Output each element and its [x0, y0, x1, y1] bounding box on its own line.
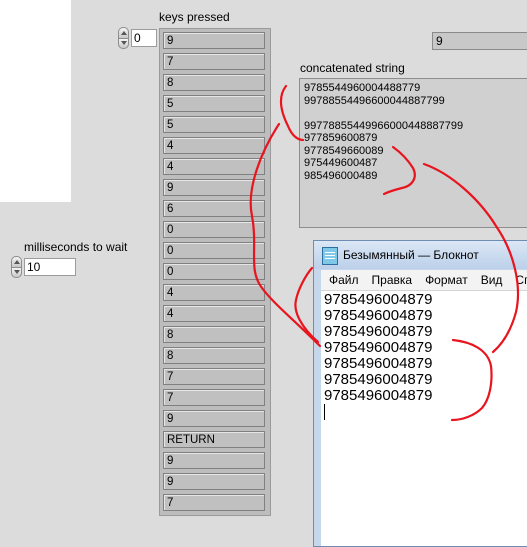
- menu-view[interactable]: Вид: [481, 273, 503, 287]
- notepad-line: 9785496004879: [324, 323, 433, 340]
- keys-pressed-element[interactable]: 4: [163, 305, 265, 322]
- keys-pressed-element[interactable]: 8: [163, 74, 265, 91]
- concat-line: 9778549660089: [304, 144, 384, 157]
- notepad-line: 9785496004879: [324, 371, 433, 388]
- keys-pressed-element[interactable]: 5: [163, 116, 265, 133]
- text-caret: [324, 404, 325, 420]
- menu-file[interactable]: Файл: [329, 273, 359, 287]
- keys-pressed-element[interactable]: 4: [163, 158, 265, 175]
- keys-pressed-element[interactable]: 9: [163, 473, 265, 490]
- notepad-line: 9785496004879: [324, 307, 433, 324]
- keys-pressed-element[interactable]: 4: [163, 137, 265, 154]
- spinner[interactable]: [118, 27, 129, 49]
- notepad-text-area[interactable]: 9785496004879 9785496004879 978549600487…: [321, 291, 527, 546]
- concat-line: 985496000489: [304, 169, 378, 182]
- concat-line: 99788554496600044887799: [304, 94, 445, 107]
- notepad-window[interactable]: Безымянный — Блокнот Файл Правка Формат …: [313, 240, 527, 547]
- keys-pressed-element[interactable]: 7: [163, 368, 265, 385]
- concat-line: 9785544960004488779: [304, 82, 421, 94]
- keys-pressed-element[interactable]: 9: [163, 452, 265, 469]
- keys-pressed-element[interactable]: 6: [163, 200, 265, 217]
- keys-pressed-element[interactable]: 7: [163, 389, 265, 406]
- keys-pressed-element[interactable]: 0: [163, 263, 265, 280]
- decrement-arrow-icon[interactable]: [11, 266, 22, 278]
- keys-pressed-element[interactable]: 8: [163, 326, 265, 343]
- top-numeric-field[interactable]: 0: [131, 29, 157, 47]
- notepad-icon: [322, 247, 338, 265]
- keys-pressed-element[interactable]: 5: [163, 95, 265, 112]
- ms-to-wait-field[interactable]: 10: [24, 258, 76, 276]
- increment-arrow-icon[interactable]: [11, 256, 22, 267]
- keys-pressed-element[interactable]: 8: [163, 347, 265, 364]
- concat-line: [304, 107, 526, 120]
- keys-pressed-array: 9 7 8 5 5 4 4 9 6 0 0 0 4 4 8 8 7 7 9 RETURN 9 9 7: [159, 28, 271, 516]
- menu-format[interactable]: Формат: [425, 273, 468, 287]
- concatenated-string-label: concatenated string: [300, 61, 405, 75]
- concat-line: 975449600487: [304, 157, 378, 169]
- ms-to-wait-control[interactable]: 10: [11, 256, 76, 278]
- notepad-line: 9785496004879: [324, 355, 433, 372]
- menu-help[interactable]: Сп: [515, 273, 527, 287]
- ms-to-wait-label: milliseconds to wait: [24, 240, 128, 254]
- increment-arrow-icon[interactable]: [118, 27, 129, 38]
- top-numeric-control[interactable]: 0: [118, 27, 157, 49]
- notepad-line: 9785496004879: [324, 387, 433, 404]
- notepad-title: Безымянный — Блокнот: [343, 248, 479, 262]
- menu-edit[interactable]: Правка: [372, 273, 413, 287]
- keys-pressed-element[interactable]: 7: [163, 494, 265, 511]
- keys-pressed-label: keys pressed: [159, 10, 230, 24]
- keys-pressed-element[interactable]: 9: [163, 179, 265, 196]
- indicator-field: 9: [432, 32, 527, 50]
- keys-pressed-element[interactable]: 9: [163, 32, 265, 49]
- concat-line: 99778855449966000448887799: [304, 119, 464, 132]
- notepad-menu-bar: Файл Правка Формат Вид Сп: [321, 270, 527, 291]
- notepad-line: 9785496004879: [324, 339, 433, 356]
- concat-line: 977859600879: [304, 132, 378, 144]
- keys-pressed-element[interactable]: RETURN: [163, 431, 265, 448]
- notepad-line: 9785496004879: [324, 291, 433, 308]
- ms-spinner[interactable]: [11, 256, 22, 278]
- decrement-arrow-icon[interactable]: [118, 37, 129, 49]
- keys-pressed-element[interactable]: 0: [163, 242, 265, 259]
- white-panel: [0, 0, 71, 202]
- concatenated-string-box: 9785544960004488779 99788554496600044887…: [299, 78, 527, 228]
- keys-pressed-element[interactable]: 7: [163, 53, 265, 70]
- keys-pressed-element[interactable]: 4: [163, 284, 265, 301]
- keys-pressed-element[interactable]: 9: [163, 410, 265, 427]
- notepad-title-bar[interactable]: Безымянный — Блокнот: [314, 241, 527, 269]
- keys-pressed-element[interactable]: 0: [163, 221, 265, 238]
